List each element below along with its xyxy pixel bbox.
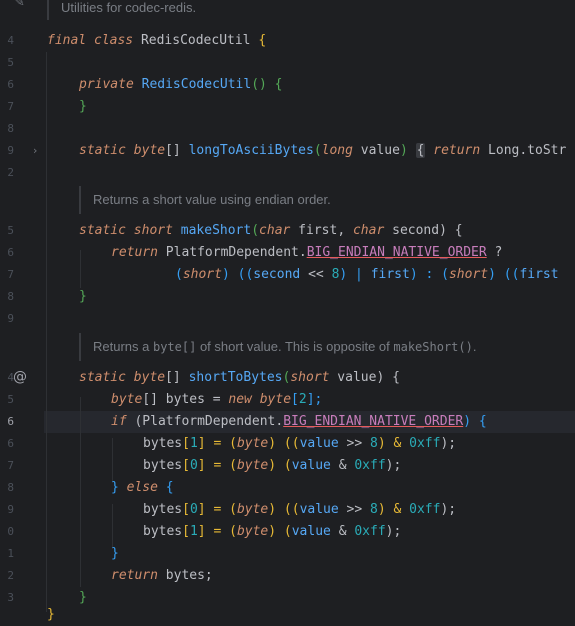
line-number: 7 [7, 100, 14, 113]
code-line-if-close[interactable]: } [111, 543, 119, 565]
indent-guide [46, 52, 47, 612]
line-number: 1 [7, 547, 14, 560]
code-line-assign-4[interactable]: bytes[1] = (byte) (value & 0xff); [143, 521, 401, 543]
code-line-if[interactable]: if (PlatformDependent.BIG_ENDIAN_NATIVE_… [111, 411, 487, 433]
code-line-new-array[interactable]: byte[] bytes = new byte[2]; [111, 389, 322, 411]
make-short-doc-comment: Returns a short value using endian order… [93, 192, 331, 207]
line-number: 5 [7, 393, 14, 406]
at-icon[interactable]: @ [13, 366, 27, 388]
line-number: 9 [7, 312, 14, 325]
line-number: 7 [7, 268, 14, 281]
gutter: 4 5 6 7 8 9 2 5 6 7 8 9 0 4 5 6 6 7 8 9 … [0, 0, 44, 616]
line-number: 5 [7, 224, 14, 237]
current-line-number: 6 [7, 415, 14, 428]
code-line-method-close[interactable]: } [79, 587, 87, 609]
line-number: 8 [7, 481, 14, 494]
line-number: 6 [7, 246, 14, 259]
code-line-ternary-body[interactable]: (short) ((second << 8) | first) : (short… [175, 264, 559, 286]
doc-comment-bar [47, 0, 49, 20]
short-to-bytes-doc-comment: Returns a byte[] of short value. This is… [93, 339, 477, 354]
class-doc-comment: Utilities for codec-redis. [61, 0, 197, 15]
code-line-class-close[interactable]: } [47, 604, 55, 626]
indent-guide [80, 250, 81, 288]
pencil-icon[interactable]: ✎ [14, 0, 25, 14]
code-line-short-to-bytes[interactable]: static byte[] shortToBytes(short value) … [79, 367, 400, 389]
line-number: 4 [7, 371, 14, 384]
code-line-assign-2[interactable]: bytes[0] = (byte) (value & 0xff); [143, 455, 401, 477]
line-number: 0 [7, 525, 14, 538]
indent-guide [80, 397, 81, 587]
line-number: 5 [7, 56, 14, 69]
code-line-assign-1[interactable]: bytes[1] = (byte) ((value >> 8) & 0xff); [143, 433, 456, 455]
folded-block[interactable]: { [415, 143, 426, 158]
code-line-constructor[interactable]: private RedisCodecUtil() { [79, 74, 283, 96]
chevron-right-icon[interactable]: › [33, 140, 37, 162]
code-line-return-bytes[interactable]: return bytes; [111, 565, 213, 587]
line-number: 2 [7, 166, 14, 179]
line-number: 3 [7, 591, 14, 604]
line-number: 8 [7, 290, 14, 303]
line-number: 6 [7, 78, 14, 91]
line-number: 6 [7, 437, 14, 450]
code-line-else[interactable]: } else { [111, 477, 174, 499]
line-number: 9 [7, 144, 14, 157]
code-editor[interactable]: 4 5 6 7 8 9 2 5 6 7 8 9 0 4 5 6 6 7 8 9 … [0, 0, 575, 622]
code-line-long-to-ascii[interactable]: static byte[] longToAsciiBytes(long valu… [79, 140, 566, 162]
line-number: 8 [7, 122, 14, 135]
line-number: 2 [7, 569, 14, 582]
code-line-assign-3[interactable]: bytes[0] = (byte) ((value >> 8) & 0xff); [143, 499, 456, 521]
code-line-class-decl[interactable]: final class RedisCodecUtil { [47, 30, 266, 52]
code-line-make-short-close[interactable]: } [79, 286, 87, 308]
doc-comment-bar [79, 333, 81, 361]
doc-comment-bar [79, 186, 81, 214]
line-number: 7 [7, 459, 14, 472]
code-line-return-ternary[interactable]: return PlatformDependent.BIG_ENDIAN_NATI… [111, 242, 502, 264]
line-number: 9 [7, 503, 14, 516]
line-number: 4 [7, 34, 14, 47]
code-line-make-short[interactable]: static short makeShort(char first, char … [79, 220, 463, 242]
code-line-constructor-close[interactable]: } [79, 96, 87, 118]
